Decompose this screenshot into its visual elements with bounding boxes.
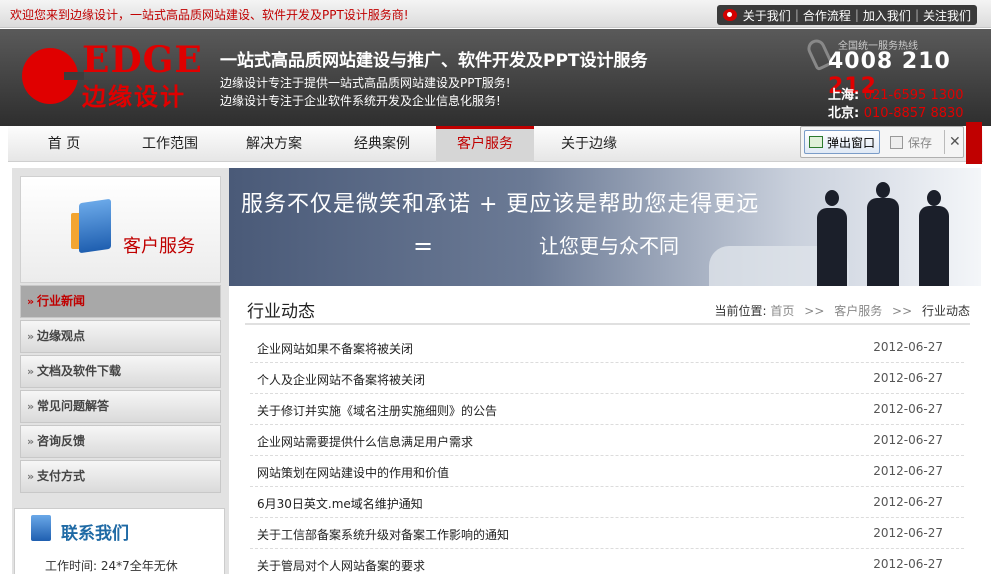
- contact-box: 联系我们 工作时间: 24*7全年无休: [14, 508, 225, 574]
- list-item: 6月30日英文.me域名维护通知 2012-06-27: [250, 487, 964, 518]
- news-title[interactable]: 企业网站需要提供什么信息满足用户需求: [257, 433, 473, 450]
- logo-text-en[interactable]: EDGE: [82, 39, 203, 81]
- sidebar-item-payment[interactable]: 支付方式: [20, 460, 221, 493]
- header-desc-1: 边缘设计专注于提供一站式高品质网站建设及PPT服务!: [220, 76, 511, 90]
- list-item: 关于管局对个人网站备案的要求 2012-06-27: [250, 549, 964, 574]
- businessman-silhouette: [867, 198, 899, 286]
- beijing-phone: 北京: 010-8857 8830: [828, 106, 964, 121]
- weibo-icon[interactable]: [722, 9, 737, 21]
- nav-home[interactable]: 首 页: [8, 126, 120, 162]
- news-date: 2012-06-27: [873, 340, 943, 354]
- shanghai-phone: 上海: 021-6595 1300: [828, 88, 964, 103]
- news-title[interactable]: 关于管局对个人网站备案的要求: [257, 557, 425, 574]
- save-button[interactable]: 保存: [884, 130, 938, 154]
- side-tab: [966, 122, 982, 164]
- top-link-process[interactable]: 合作流程: [803, 7, 851, 24]
- nav-scope[interactable]: 工作范围: [120, 126, 220, 162]
- page-title: 行业动态: [247, 302, 315, 322]
- popup-window-icon: [809, 136, 823, 148]
- news-date: 2012-06-27: [873, 495, 943, 509]
- sidebar-item-viewpoints[interactable]: 边缘观点: [20, 320, 221, 353]
- logo-text-cn[interactable]: 边缘设计: [82, 77, 186, 112]
- folder-icon: [79, 198, 111, 254]
- list-item: 个人及企业网站不备案将被关闭 2012-06-27: [250, 363, 964, 394]
- logo-icon[interactable]: [22, 48, 84, 104]
- header-desc-2: 边缘设计专注于企业软件系统开发及企业信息化服务!: [220, 94, 501, 108]
- save-icon: [890, 135, 903, 149]
- list-item: 企业网站如果不备案将被关闭 2012-06-27: [250, 332, 964, 363]
- service-banner: 服务不仅是微笑和承诺 + 更应该是帮助您走得更远 = 让您更与众不同: [229, 168, 981, 286]
- banner-line-2: 让您更与众不同: [539, 234, 679, 258]
- news-title[interactable]: 关于工信部备案系统升级对备案工作影响的通知: [257, 526, 509, 543]
- top-links: 关于我们 | 合作流程 | 加入我们 | 关注我们: [716, 5, 977, 25]
- news-date: 2012-06-27: [873, 371, 943, 385]
- sidebar: 客户服务 行业新闻 边缘观点 文档及软件下载 常见问题解答 咨询反馈 支付方式 …: [12, 168, 229, 574]
- news-title[interactable]: 网站策划在网站建设中的作用和价值: [257, 464, 449, 481]
- contact-hours: 工作时间: 24*7全年无休: [45, 559, 178, 573]
- breadcrumb-section[interactable]: 客户服务: [834, 304, 882, 318]
- top-bar: 欢迎您来到边缘设计，一站式高品质网站建设、软件开发及PPT设计服务商! 关于我们…: [0, 0, 991, 28]
- news-date: 2012-06-27: [873, 433, 943, 447]
- banner-equals: =: [413, 232, 434, 260]
- top-link-follow[interactable]: 关注我们: [923, 7, 971, 24]
- popup-toolbar: 弹出窗口 保存 ✕: [800, 126, 964, 158]
- top-link-join[interactable]: 加入我们: [863, 7, 911, 24]
- contact-title: 联系我们: [61, 524, 129, 544]
- breadcrumb-current: 行业动态: [921, 304, 970, 318]
- popup-window-button[interactable]: 弹出窗口: [804, 130, 880, 154]
- nav-solutions[interactable]: 解决方案: [220, 126, 328, 162]
- news-date: 2012-06-27: [873, 464, 943, 478]
- sidebar-item-downloads[interactable]: 文档及软件下载: [20, 355, 221, 388]
- sidebar-item-feedback[interactable]: 咨询反馈: [20, 425, 221, 458]
- site-header: EDGE 边缘设计 一站式高品质网站建设与推广、软件开发及PPT设计服务 边缘设…: [0, 29, 991, 126]
- sidebar-item-industry-news[interactable]: 行业新闻: [20, 285, 221, 318]
- header-slogan: 一站式高品质网站建设与推广、软件开发及PPT设计服务: [220, 51, 648, 71]
- businesswoman-silhouette: [919, 206, 949, 286]
- nav-about[interactable]: 关于边缘: [534, 126, 644, 162]
- news-date: 2012-06-27: [873, 526, 943, 540]
- close-icon[interactable]: ✕: [944, 130, 961, 154]
- list-item: 关于工信部备案系统升级对备案工作影响的通知 2012-06-27: [250, 518, 964, 549]
- news-list: 企业网站如果不备案将被关闭 2012-06-27 个人及企业网站不备案将被关闭 …: [250, 332, 964, 574]
- nav-customer-service[interactable]: 客户服务: [436, 126, 534, 162]
- breadcrumb: 当前位置: 首页 >> 客户服务 >> 行业动态: [714, 304, 970, 318]
- news-title[interactable]: 个人及企业网站不备案将被关闭: [257, 371, 425, 388]
- banner-line-1: 服务不仅是微笑和承诺 + 更应该是帮助您走得更远: [241, 192, 760, 217]
- sidebar-item-faq[interactable]: 常见问题解答: [20, 390, 221, 423]
- list-item: 企业网站需要提供什么信息满足用户需求 2012-06-27: [250, 425, 964, 456]
- contact-book-icon: [31, 515, 51, 541]
- news-title[interactable]: 企业网站如果不备案将被关闭: [257, 340, 413, 357]
- news-date: 2012-06-27: [873, 402, 943, 416]
- news-title[interactable]: 关于修订并实施《域名注册实施细则》的公告: [257, 402, 497, 419]
- news-date: 2012-06-27: [873, 557, 943, 571]
- top-link-about[interactable]: 关于我们: [743, 7, 791, 24]
- sidebar-title: 客户服务: [123, 236, 195, 257]
- nav-cases[interactable]: 经典案例: [328, 126, 436, 162]
- content-header: 行业动态 当前位置: 首页 >> 客户服务 >> 行业动态: [245, 295, 970, 325]
- welcome-text: 欢迎您来到边缘设计，一站式高品质网站建设、软件开发及PPT设计服务商!: [10, 8, 409, 22]
- news-title[interactable]: 6月30日英文.me域名维护通知: [257, 495, 423, 512]
- breadcrumb-home[interactable]: 首页: [770, 304, 794, 318]
- sidebar-menu: 行业新闻 边缘观点 文档及软件下载 常见问题解答 咨询反馈 支付方式: [20, 285, 221, 495]
- list-item: 关于修订并实施《域名注册实施细则》的公告 2012-06-27: [250, 394, 964, 425]
- list-item: 网站策划在网站建设中的作用和价值 2012-06-27: [250, 456, 964, 487]
- sidebar-header: 客户服务: [20, 176, 221, 283]
- businessman-silhouette: [817, 208, 847, 286]
